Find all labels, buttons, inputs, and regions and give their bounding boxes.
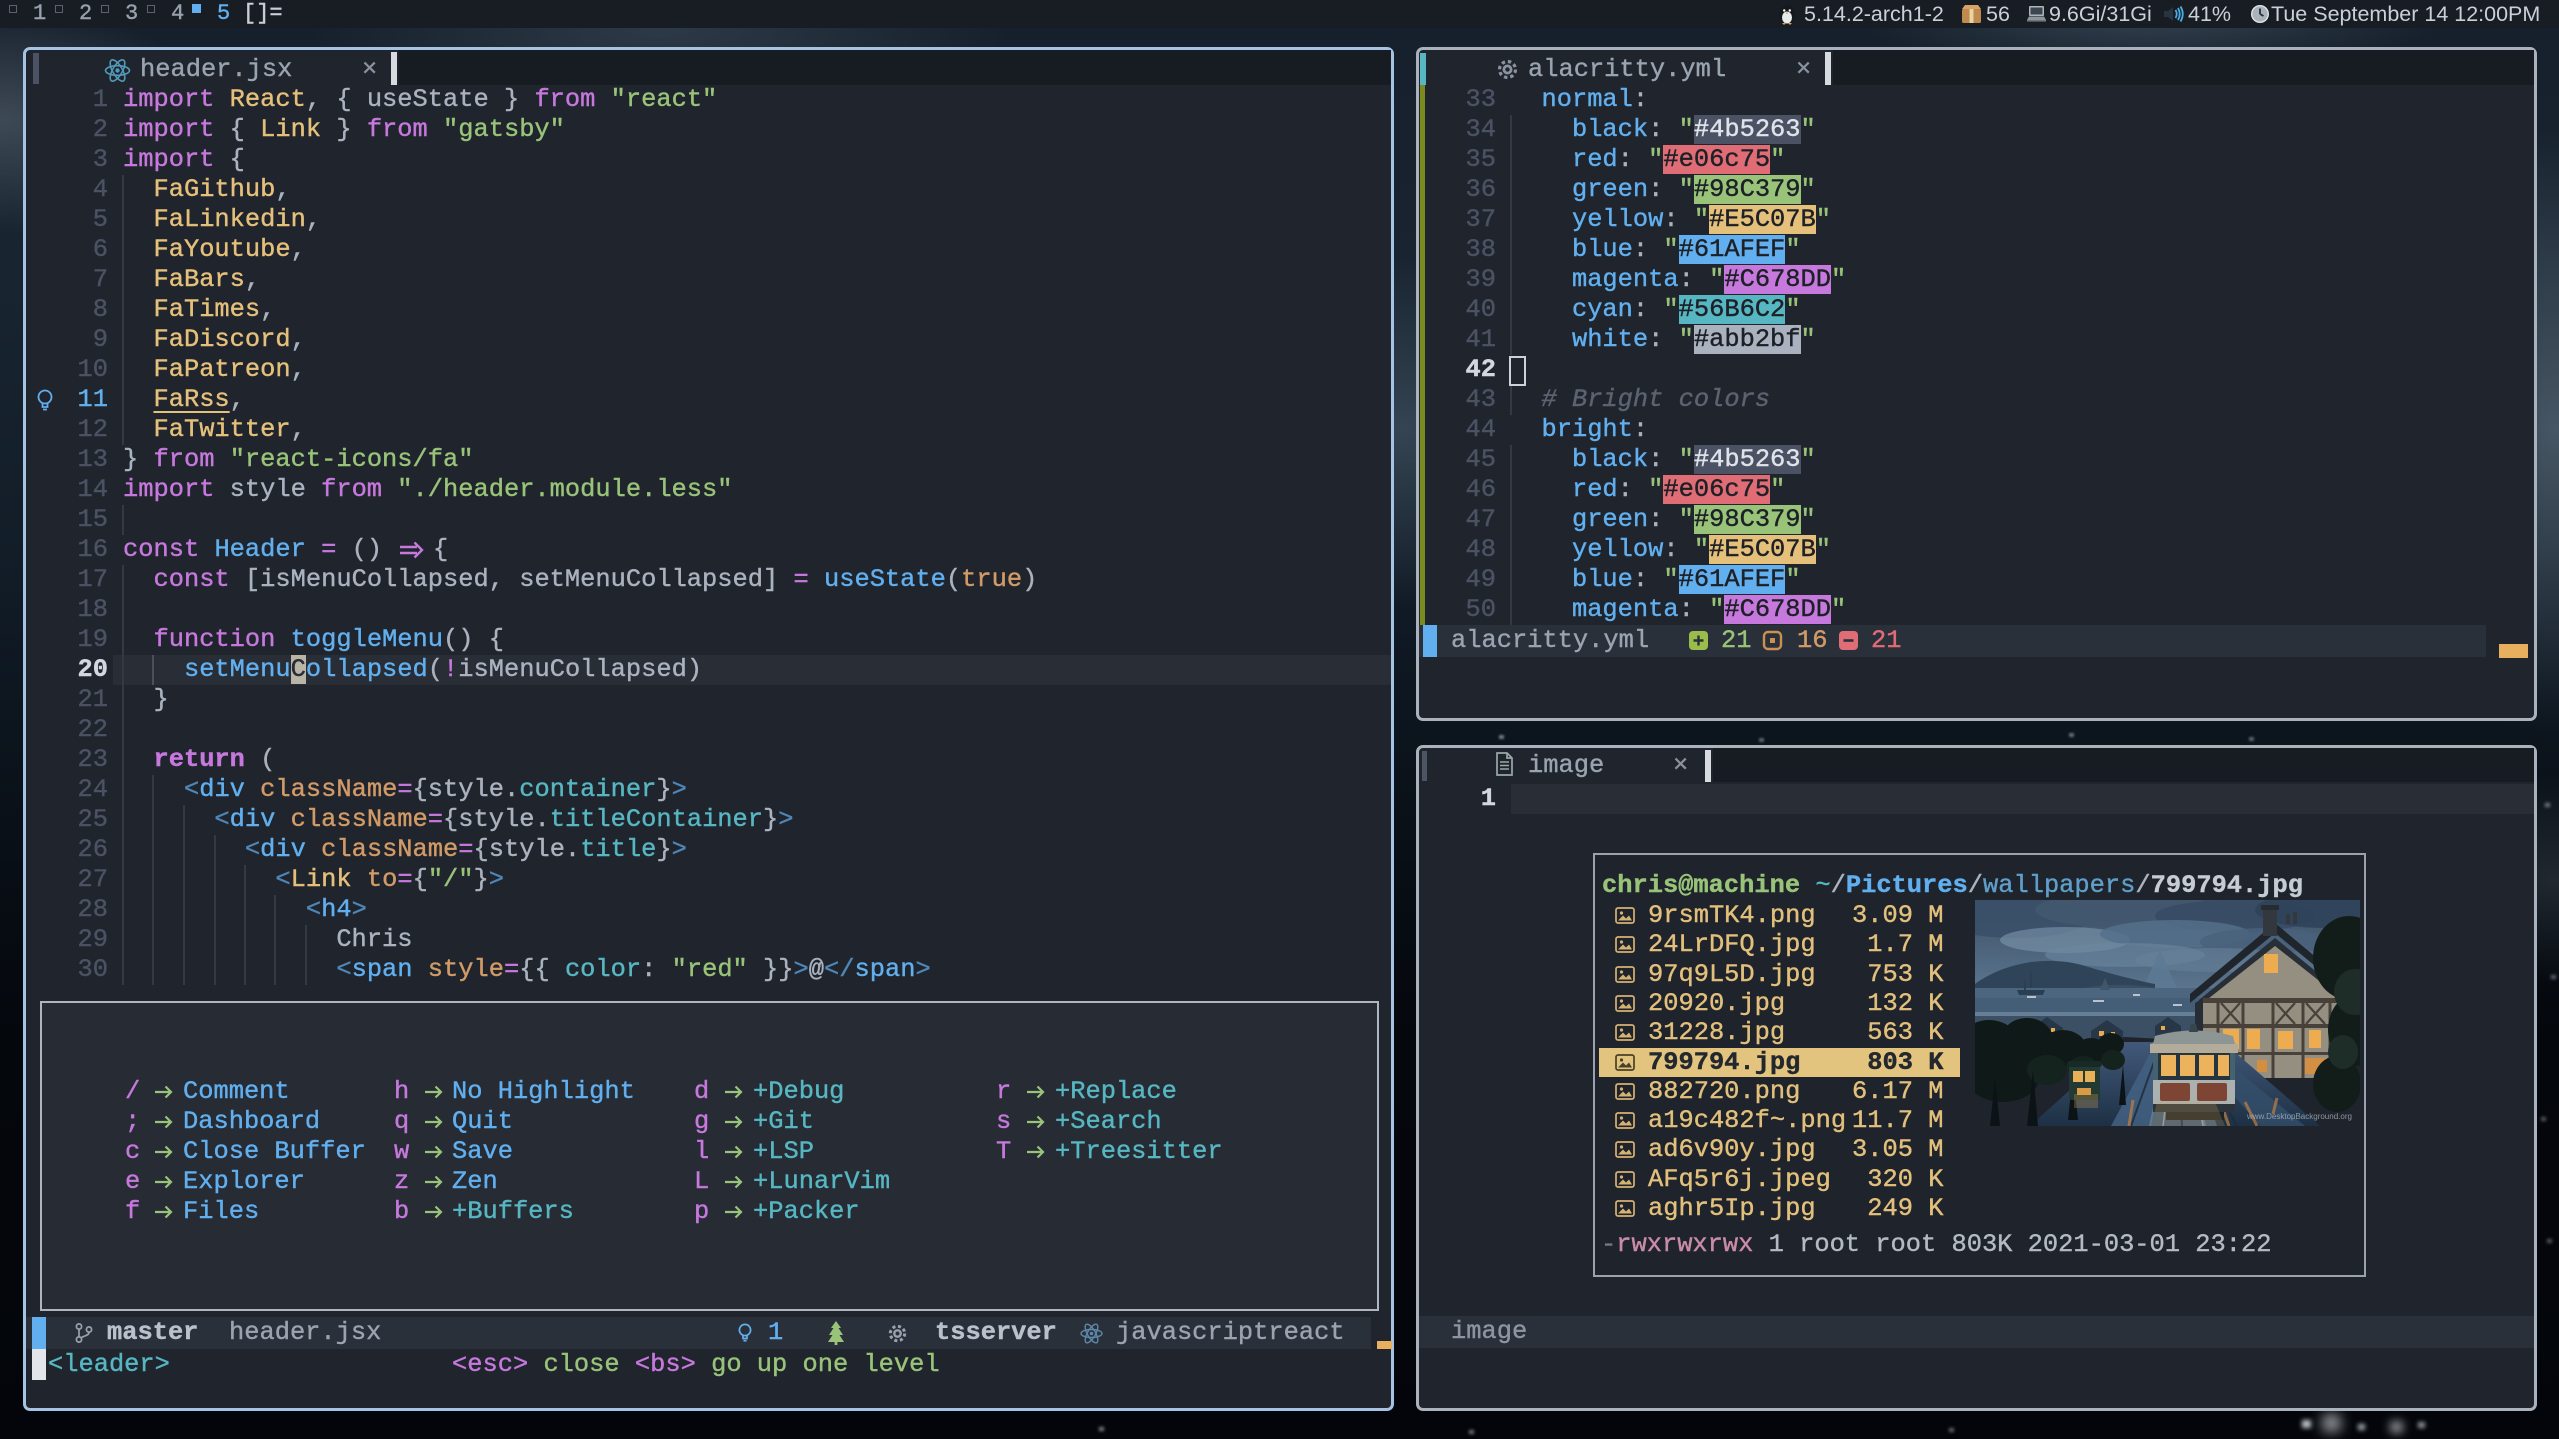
svg-text:www.DesktopBackground.org: www.DesktopBackground.org: [2246, 1112, 2352, 1121]
